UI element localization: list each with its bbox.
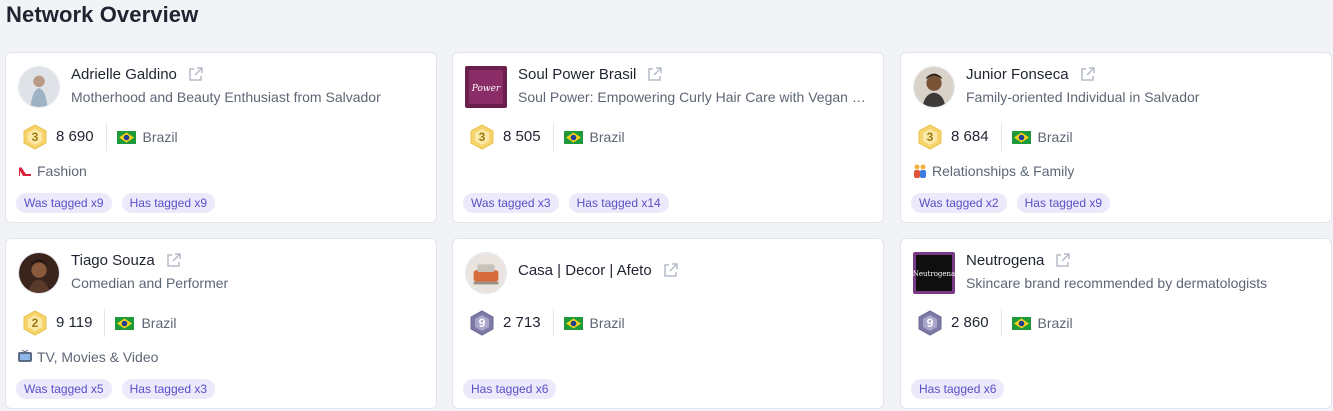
external-link-icon[interactable] <box>1054 252 1071 269</box>
profile-card[interactable]: Casa | Decor | Afeto 9 2 713 Brazil Has … <box>452 238 884 409</box>
has-tagged-pill[interactable]: Has tagged x6 <box>463 379 557 399</box>
profile-description: Motherhood and Beauty Enthusiast from Sa… <box>71 89 381 105</box>
level-badge: 2 <box>21 309 49 337</box>
external-link-icon[interactable] <box>662 262 679 279</box>
country-name: Brazil <box>142 129 178 145</box>
external-link-icon[interactable] <box>646 66 663 83</box>
profile-name[interactable]: Soul Power Brasil <box>518 66 636 83</box>
was-tagged-pill[interactable]: Was tagged x2 <box>911 193 1007 213</box>
brand-logo-text: Neutrogena <box>913 270 955 278</box>
profile-description: Family-oriented Individual in Salvador <box>966 89 1200 105</box>
profile-card[interactable]: Adrielle Galdino Motherhood and Beauty E… <box>5 52 437 223</box>
country-name: Brazil <box>1037 315 1073 331</box>
follower-count: 2 713 <box>503 309 554 337</box>
follower-count: 8 505 <box>503 123 554 151</box>
profile-description: Skincare brand recommended by dermatolog… <box>966 275 1268 291</box>
has-tagged-pill[interactable]: Has tagged x3 <box>121 379 215 399</box>
profile-name[interactable]: Neutrogena <box>966 252 1044 269</box>
high-heel-icon <box>19 167 31 176</box>
level-badge: 3 <box>21 123 49 151</box>
follower-count: 9 119 <box>56 309 106 337</box>
profile-name[interactable]: Adrielle Galdino <box>71 66 177 83</box>
avatar[interactable] <box>18 252 60 294</box>
avatar[interactable] <box>913 66 955 108</box>
external-link-icon[interactable] <box>187 66 204 83</box>
profile-name[interactable]: Junior Fonseca <box>966 66 1069 83</box>
profile-card[interactable]: Junior Fonseca Family-oriented Individua… <box>900 52 1332 223</box>
external-link-icon[interactable] <box>165 252 182 269</box>
follower-count: 2 860 <box>951 309 1002 337</box>
category-label: Fashion <box>37 163 87 179</box>
brazil-flag-icon <box>563 130 583 144</box>
was-tagged-pill[interactable]: Was tagged x3 <box>463 193 559 213</box>
tv-icon <box>18 349 32 362</box>
brazil-flag-icon <box>1011 316 1031 330</box>
has-tagged-pill[interactable]: Has tagged x14 <box>568 193 669 213</box>
category-label: Relationships & Family <box>932 163 1075 179</box>
avatar[interactable] <box>465 252 507 294</box>
profile-card[interactable]: Power Soul Power Brasil Soul Power: Empo… <box>452 52 884 223</box>
profile-description: Soul Power: Empowering Curly Hair Care w… <box>518 89 874 105</box>
brand-logo[interactable]: Power <box>465 66 507 108</box>
follower-count: 8 690 <box>56 123 107 151</box>
family-icon <box>914 164 926 178</box>
was-tagged-pill[interactable]: Was tagged x9 <box>16 193 112 213</box>
has-tagged-pill[interactable]: Has tagged x6 <box>911 379 1005 399</box>
country-name: Brazil <box>589 129 625 145</box>
external-link-icon[interactable] <box>1079 66 1096 83</box>
was-tagged-pill[interactable]: Was tagged x5 <box>16 379 112 399</box>
level-badge: 9 <box>916 309 944 337</box>
brazil-flag-icon <box>563 316 583 330</box>
level-badge: 3 <box>468 123 496 151</box>
country-name: Brazil <box>1037 129 1073 145</box>
profile-name[interactable]: Casa | Decor | Afeto <box>518 262 652 279</box>
brand-logo-text: Power <box>471 84 501 94</box>
has-tagged-pill[interactable]: Has tagged x9 <box>121 193 215 213</box>
avatar[interactable] <box>18 66 60 108</box>
category-label: TV, Movies & Video <box>37 349 159 365</box>
profile-name[interactable]: Tiago Souza <box>71 252 155 269</box>
has-tagged-pill[interactable]: Has tagged x9 <box>1016 193 1110 213</box>
level-badge: 3 <box>916 123 944 151</box>
profile-description: Comedian and Performer <box>71 275 229 291</box>
profile-card[interactable]: Tiago Souza Comedian and Performer 2 9 1… <box>5 238 437 409</box>
brand-logo[interactable]: Neutrogena <box>913 252 955 294</box>
profile-card[interactable]: Neutrogena Neutrogena Skincare brand rec… <box>900 238 1332 409</box>
brazil-flag-icon <box>116 130 136 144</box>
country-name: Brazil <box>141 315 177 331</box>
country-name: Brazil <box>589 315 625 331</box>
follower-count: 8 684 <box>951 123 1002 151</box>
brazil-flag-icon <box>115 316 135 330</box>
level-badge: 9 <box>468 309 496 337</box>
page-title: Network Overview <box>6 2 199 27</box>
brazil-flag-icon <box>1011 130 1031 144</box>
